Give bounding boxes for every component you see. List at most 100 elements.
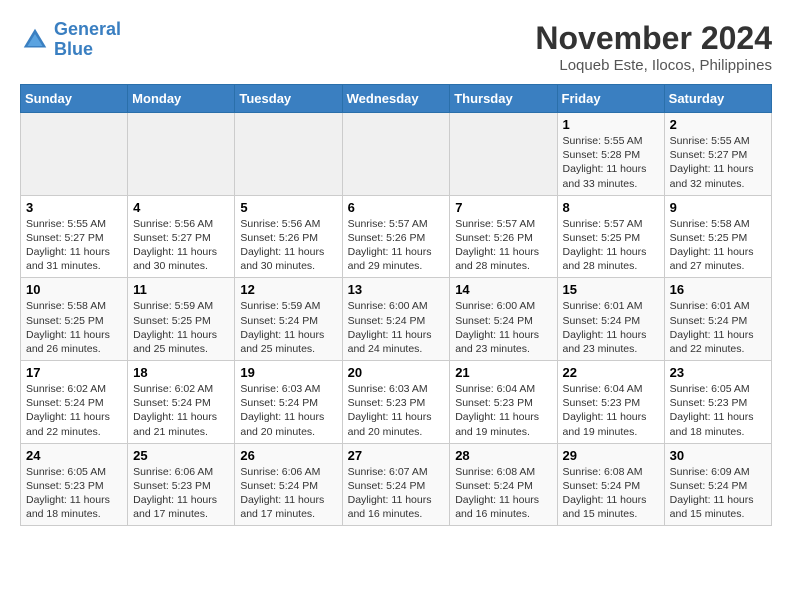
calendar-cell: 2 Sunrise: 5:55 AMSunset: 5:27 PMDaylight… (664, 113, 771, 196)
day-number: 16 (670, 282, 766, 297)
cell-content: Sunrise: 5:56 AMSunset: 5:26 PMDaylight:… (240, 217, 336, 274)
day-number: 19 (240, 365, 336, 380)
day-number: 9 (670, 200, 766, 215)
calendar-cell: 5 Sunrise: 5:56 AMSunset: 5:26 PMDaylight… (235, 195, 342, 278)
calendar-cell: 24 Sunrise: 6:05 AMSunset: 5:23 PMDayligh… (21, 443, 128, 526)
calendar-cell: 10 Sunrise: 5:58 AMSunset: 5:25 PMDayligh… (21, 278, 128, 361)
cell-content: Sunrise: 5:58 AMSunset: 5:25 PMDaylight:… (26, 299, 122, 356)
day-number: 2 (670, 117, 766, 132)
day-number: 30 (670, 448, 766, 463)
days-of-week-header: SundayMondayTuesdayWednesdayThursdayFrid… (21, 85, 772, 113)
cell-content: Sunrise: 6:08 AMSunset: 5:24 PMDaylight:… (563, 465, 659, 522)
cell-content: Sunrise: 6:03 AMSunset: 5:23 PMDaylight:… (348, 382, 445, 439)
calendar-cell: 15 Sunrise: 6:01 AMSunset: 5:24 PMDayligh… (557, 278, 664, 361)
day-number: 5 (240, 200, 336, 215)
cell-content: Sunrise: 5:55 AMSunset: 5:27 PMDaylight:… (670, 134, 766, 191)
day-number: 7 (455, 200, 551, 215)
day-number: 11 (133, 282, 229, 297)
cell-content: Sunrise: 6:04 AMSunset: 5:23 PMDaylight:… (563, 382, 659, 439)
cell-content: Sunrise: 5:55 AMSunset: 5:27 PMDaylight:… (26, 217, 122, 274)
day-number: 21 (455, 365, 551, 380)
cell-content: Sunrise: 6:01 AMSunset: 5:24 PMDaylight:… (563, 299, 659, 356)
cell-content: Sunrise: 6:06 AMSunset: 5:24 PMDaylight:… (240, 465, 336, 522)
cell-content: Sunrise: 5:59 AMSunset: 5:25 PMDaylight:… (133, 299, 229, 356)
cell-content: Sunrise: 6:06 AMSunset: 5:23 PMDaylight:… (133, 465, 229, 522)
calendar-cell: 11 Sunrise: 5:59 AMSunset: 5:25 PMDayligh… (128, 278, 235, 361)
week-row-3: 10 Sunrise: 5:58 AMSunset: 5:25 PMDayligh… (21, 278, 772, 361)
logo-line1: General (54, 19, 121, 39)
calendar-cell (21, 113, 128, 196)
day-of-week-friday: Friday (557, 85, 664, 113)
calendar-cell: 29 Sunrise: 6:08 AMSunset: 5:24 PMDayligh… (557, 443, 664, 526)
cell-content: Sunrise: 5:55 AMSunset: 5:28 PMDaylight:… (563, 134, 659, 191)
calendar-body: 1 Sunrise: 5:55 AMSunset: 5:28 PMDaylight… (21, 113, 772, 526)
day-number: 14 (455, 282, 551, 297)
day-number: 8 (563, 200, 659, 215)
cell-content: Sunrise: 5:57 AMSunset: 5:26 PMDaylight:… (455, 217, 551, 274)
day-number: 13 (348, 282, 445, 297)
calendar-cell: 4Sunrise: 5:56 AMSunset: 5:27 PMDaylight… (128, 195, 235, 278)
cell-content: Sunrise: 6:05 AMSunset: 5:23 PMDaylight:… (26, 465, 122, 522)
calendar-cell: 18Sunrise: 6:02 AMSunset: 5:24 PMDayligh… (128, 361, 235, 444)
calendar: SundayMondayTuesdayWednesdayThursdayFrid… (20, 84, 772, 526)
calendar-cell: 7 Sunrise: 5:57 AMSunset: 5:26 PMDaylight… (450, 195, 557, 278)
day-number: 25 (133, 448, 229, 463)
calendar-cell: 1 Sunrise: 5:55 AMSunset: 5:28 PMDaylight… (557, 113, 664, 196)
cell-content: Sunrise: 6:07 AMSunset: 5:24 PMDaylight:… (348, 465, 445, 522)
calendar-cell: 12 Sunrise: 5:59 AMSunset: 5:24 PMDayligh… (235, 278, 342, 361)
cell-content: Sunrise: 5:58 AMSunset: 5:25 PMDaylight:… (670, 217, 766, 274)
week-row-2: 3 Sunrise: 5:55 AMSunset: 5:27 PMDaylight… (21, 195, 772, 278)
day-of-week-monday: Monday (128, 85, 235, 113)
day-number: 4 (133, 200, 229, 215)
cell-content: Sunrise: 5:57 AMSunset: 5:26 PMDaylight:… (348, 217, 445, 274)
calendar-cell: 14 Sunrise: 6:00 AMSunset: 5:24 PMDayligh… (450, 278, 557, 361)
day-of-week-sunday: Sunday (21, 85, 128, 113)
calendar-cell: 19Sunrise: 6:03 AMSunset: 5:24 PMDayligh… (235, 361, 342, 444)
calendar-cell (235, 113, 342, 196)
week-row-1: 1 Sunrise: 5:55 AMSunset: 5:28 PMDaylight… (21, 113, 772, 196)
day-of-week-thursday: Thursday (450, 85, 557, 113)
logo: General Blue (20, 20, 121, 60)
day-number: 20 (348, 365, 445, 380)
day-number: 18 (133, 365, 229, 380)
calendar-cell (128, 113, 235, 196)
cell-content: Sunrise: 5:59 AMSunset: 5:24 PMDaylight:… (240, 299, 336, 356)
calendar-cell: 30 Sunrise: 6:09 AMSunset: 5:24 PMDayligh… (664, 443, 771, 526)
day-number: 27 (348, 448, 445, 463)
calendar-cell: 8 Sunrise: 5:57 AMSunset: 5:25 PMDaylight… (557, 195, 664, 278)
calendar-cell: 6Sunrise: 5:57 AMSunset: 5:26 PMDaylight… (342, 195, 450, 278)
day-number: 23 (670, 365, 766, 380)
day-number: 3 (26, 200, 122, 215)
day-number: 1 (563, 117, 659, 132)
day-number: 24 (26, 448, 122, 463)
cell-content: Sunrise: 6:08 AMSunset: 5:24 PMDaylight:… (455, 465, 551, 522)
calendar-cell: 22Sunrise: 6:04 AMSunset: 5:23 PMDayligh… (557, 361, 664, 444)
calendar-cell: 13 Sunrise: 6:00 AMSunset: 5:24 PMDayligh… (342, 278, 450, 361)
cell-content: Sunrise: 6:00 AMSunset: 5:24 PMDaylight:… (348, 299, 445, 356)
logo-text: General Blue (54, 20, 121, 60)
cell-content: Sunrise: 6:00 AMSunset: 5:24 PMDaylight:… (455, 299, 551, 356)
day-number: 15 (563, 282, 659, 297)
day-number: 12 (240, 282, 336, 297)
day-number: 10 (26, 282, 122, 297)
page-header: General Blue November 2024 Loqueb Este, … (20, 20, 772, 74)
cell-content: Sunrise: 6:09 AMSunset: 5:24 PMDaylight:… (670, 465, 766, 522)
week-row-5: 24 Sunrise: 6:05 AMSunset: 5:23 PMDayligh… (21, 443, 772, 526)
calendar-cell (450, 113, 557, 196)
calendar-cell: 16 Sunrise: 6:01 AMSunset: 5:24 PMDayligh… (664, 278, 771, 361)
cell-content: Sunrise: 6:05 AMSunset: 5:23 PMDaylight:… (670, 382, 766, 439)
calendar-cell: 28Sunrise: 6:08 AMSunset: 5:24 PMDayligh… (450, 443, 557, 526)
day-of-week-wednesday: Wednesday (342, 85, 450, 113)
day-number: 29 (563, 448, 659, 463)
calendar-cell (342, 113, 450, 196)
day-number: 17 (26, 365, 122, 380)
location: Loqueb Este, Ilocos, Philippines (535, 57, 772, 74)
calendar-cell: 26 Sunrise: 6:06 AMSunset: 5:24 PMDayligh… (235, 443, 342, 526)
calendar-cell: 27 Sunrise: 6:07 AMSunset: 5:24 PMDayligh… (342, 443, 450, 526)
calendar-cell: 21Sunrise: 6:04 AMSunset: 5:23 PMDayligh… (450, 361, 557, 444)
calendar-cell: 3 Sunrise: 5:55 AMSunset: 5:27 PMDaylight… (21, 195, 128, 278)
calendar-cell: 25 Sunrise: 6:06 AMSunset: 5:23 PMDayligh… (128, 443, 235, 526)
cell-content: Sunrise: 6:01 AMSunset: 5:24 PMDaylight:… (670, 299, 766, 356)
day-number: 26 (240, 448, 336, 463)
cell-content: Sunrise: 5:57 AMSunset: 5:25 PMDaylight:… (563, 217, 659, 274)
